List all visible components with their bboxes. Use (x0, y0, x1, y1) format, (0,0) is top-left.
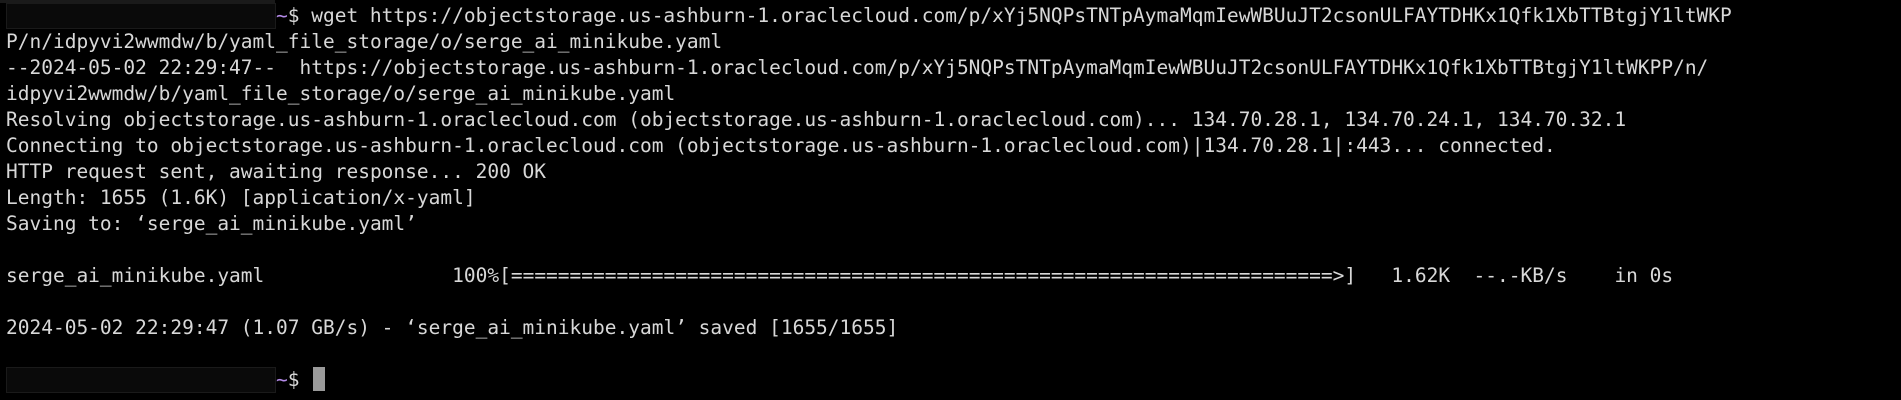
command-text: wget https://objectstorage.us-ashburn-1.… (311, 4, 1732, 27)
terminal-window[interactable]: ~$ wget https://objectstorage.us-ashburn… (0, 0, 1901, 400)
redacted-prompt-user (6, 3, 276, 29)
prompt-tilde: ~ (276, 4, 288, 27)
progress-filename: serge_ai_minikube.yaml (6, 264, 265, 287)
output-line-3: Resolving objectstorage.us-ashburn-1.ora… (6, 108, 1627, 131)
prompt-symbol: $ (287, 368, 312, 391)
saved-line: 2024-05-02 22:29:47 (1.07 GB/s) - ‘serge… (6, 316, 899, 339)
output-line-2: idpyvi2wwmdw/b/yaml_file_storage/o/serge… (6, 82, 676, 105)
output-line-7: Saving to: ‘serge_ai_minikube.yaml’ (6, 212, 417, 235)
prompt-symbol: $ (287, 4, 312, 27)
output-line-4: Connecting to objectstorage.us-ashburn-1… (6, 134, 1556, 157)
progress-time: in 0s (1614, 264, 1674, 287)
redacted-prompt-user (6, 367, 276, 393)
progress-size: 1.62K (1391, 264, 1451, 287)
progress-bar: [=======================================… (499, 264, 1357, 287)
progress-percent: 100% (452, 264, 500, 287)
progress-speed: --.-KB/s (1473, 264, 1568, 287)
previous-line-remnant (0, 0, 275, 3)
download-progress-line: serge_ai_minikube.yaml 100%[============… (6, 263, 1901, 289)
output-line-6: Length: 1655 (1.6K) [application/x-yaml] (6, 186, 476, 209)
output-line-5: HTTP request sent, awaiting response... … (6, 160, 547, 183)
prompt-line[interactable]: ~$ (6, 367, 1901, 393)
prompt-tilde: ~ (276, 368, 288, 391)
command-line-continued: P/n/idpyvi2wwmdw/b/yaml_file_storage/o/s… (6, 30, 723, 53)
command-line: ~$ wget https://objectstorage.us-ashburn… (6, 3, 1901, 29)
output-line-1: --2024-05-02 22:29:47-- https://objectst… (6, 56, 1709, 79)
cursor-block[interactable] (313, 367, 326, 391)
